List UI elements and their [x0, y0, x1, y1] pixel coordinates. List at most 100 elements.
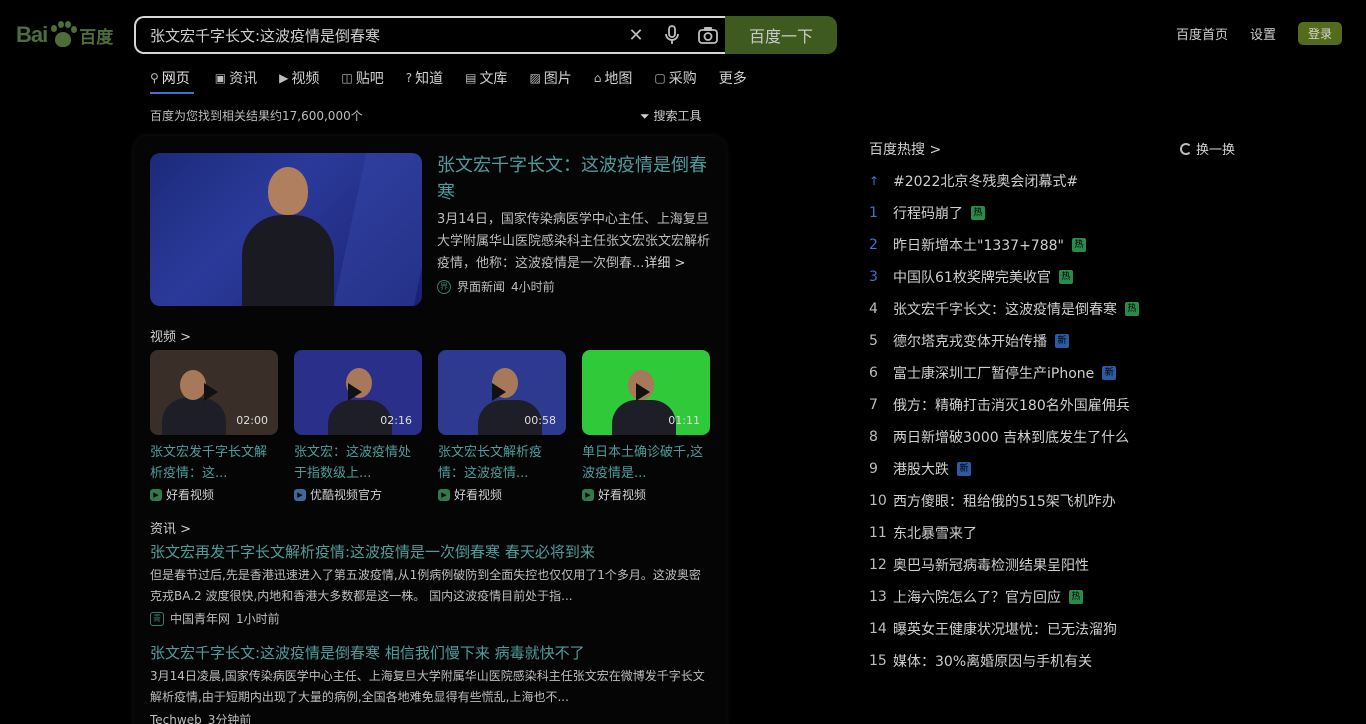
tab-purchase[interactable]: ▢ 采购	[654, 68, 696, 88]
hot-badge: 热	[1071, 238, 1086, 252]
play-icon	[636, 383, 650, 401]
video-title[interactable]: 张文宏长文解析疫情：这波疫情...	[438, 442, 566, 484]
active-tab-indicator	[150, 92, 194, 94]
hot-item[interactable]: 8 两日新增破3000 吉林到底发生了什么	[869, 427, 1129, 447]
video-icon: ▶	[279, 71, 289, 85]
news-source: Techweb 3分钟前	[150, 712, 252, 724]
hot-badge: 热	[1125, 302, 1139, 316]
search-icon: ⚲	[150, 71, 159, 85]
hot-item[interactable]: 10 西方傻眼：租给俄的515架飞机咋办	[869, 491, 1116, 511]
play-icon	[204, 383, 218, 401]
tab-wenku[interactable]: ▤ 文库	[465, 68, 507, 88]
tab-more[interactable]: 更多	[719, 68, 747, 88]
hot-item[interactable]: 12 奥巴马新冠病毒检测结果呈阳性	[869, 555, 1089, 575]
hot-search-title[interactable]: 百度热搜 >	[869, 139, 941, 159]
news-title-link[interactable]: 张文宏再发千字长文解析疫情:这波疫情是一次倒春寒 春天必将到来	[150, 541, 595, 562]
jiemian-icon: 界	[437, 279, 451, 294]
video-card[interactable]: 00:58 张文宏长文解析疫情：这波疫情... ▶ 好看视频	[438, 350, 566, 503]
video-title[interactable]: 张文宏发千字长文解析疫情：这...	[150, 442, 278, 484]
microphone-icon[interactable]	[654, 18, 690, 52]
baidu-logo[interactable]: Bai 百度	[16, 18, 113, 52]
news-source: 青中国青年网 1小时前	[150, 610, 280, 627]
video-thumbnail[interactable]: 01:11	[582, 350, 710, 435]
hot-item[interactable]: 9 港股大跌新	[869, 459, 971, 479]
hot-item[interactable]: 7 俄方：精确打击消灭180名外国雇佣兵	[869, 395, 1130, 415]
hot-badge: 热	[971, 206, 985, 220]
tab-video[interactable]: ▶ 视频	[279, 68, 319, 88]
play-icon	[348, 383, 362, 401]
hot-item[interactable]: 4 张文宏千字长文：这波疫情是倒春寒热	[869, 299, 1139, 319]
hero-image[interactable]	[150, 153, 422, 306]
video-thumbnail[interactable]: 02:16	[294, 350, 422, 435]
refresh-button[interactable]: 换一换	[1180, 139, 1235, 158]
search-tabs: ⚲ 网页 ▣ 资讯 ▶ 视频 ◫ 贴吧 ? 知道 ▤ 文库 ▨ 图片 ⌂ 地图 ▢ 采购 更多	[150, 68, 747, 88]
document-icon: ▤	[465, 71, 477, 85]
video-duration: 02:00	[236, 414, 268, 427]
hero-more-link[interactable]: 详细 >	[644, 256, 685, 271]
hot-item[interactable]: ↑ #2022北京冬残奥会闭幕式#	[869, 171, 1078, 191]
video-card[interactable]: 01:11 单日本土确诊破千,这波疫情是... ▶ 好看视频	[582, 350, 710, 503]
new-badge: 新	[957, 462, 971, 476]
video-card[interactable]: 02:16 张文宏：这波疫情处于指数级上... ▶ 优酷视频官方	[294, 350, 422, 503]
video-thumbnail[interactable]: 02:00	[150, 350, 278, 435]
settings-link[interactable]: 设置	[1250, 24, 1276, 43]
image-icon: ▨	[529, 71, 541, 85]
clear-icon[interactable]: ✕	[618, 18, 654, 52]
news-section-header[interactable]: 资讯 >	[150, 518, 191, 537]
video-card[interactable]: 02:00 张文宏发千字长文解析疫情：这... ▶ 好看视频	[150, 350, 278, 503]
video-duration: 00:58	[524, 414, 556, 427]
tab-web[interactable]: ⚲ 网页	[150, 68, 193, 88]
refresh-icon	[1180, 142, 1192, 155]
video-source: 好看视频	[454, 488, 503, 502]
search-box[interactable]: 张文宏千字长文:这波疫情是倒春寒 ✕	[134, 16, 726, 54]
video-duration: 02:16	[380, 414, 412, 427]
hot-badge: 热	[1058, 270, 1073, 284]
video-thumbnail[interactable]: 00:58	[438, 350, 566, 435]
hot-item[interactable]: 6 富士康深圳工厂暂停生产iPhone 新	[869, 363, 1117, 383]
tab-zhidao[interactable]: ? 知道	[406, 68, 443, 88]
haokan-icon: ▶	[438, 488, 450, 501]
hero-title-link[interactable]: 张文宏千字长文：这波疫情是倒春寒	[437, 152, 713, 206]
cyol-icon: 青	[150, 611, 164, 626]
tab-image[interactable]: ▨ 图片	[529, 68, 571, 88]
map-icon: ⌂	[593, 71, 602, 85]
hot-badge: 热	[1069, 590, 1083, 604]
hot-item[interactable]: 3 中国队61枚奖牌完美收官热	[869, 267, 1073, 287]
hero-description: 3月14日，国家传染病医学中心主任、上海复旦大学附属华山医院感染科主任张文宏张文…	[437, 212, 711, 271]
youku-icon: ▶	[294, 488, 306, 501]
search-tools-button[interactable]: ⏷ 搜索工具	[640, 107, 701, 124]
filter-icon: ⏷	[640, 109, 650, 123]
camera-icon[interactable]	[690, 18, 726, 52]
video-source: 好看视频	[166, 488, 215, 502]
hot-item[interactable]: 5 德尔塔克戎变体开始传播新	[869, 331, 1069, 351]
video-title[interactable]: 张文宏：这波疫情处于指数级上...	[294, 442, 422, 484]
paw-icon	[49, 21, 78, 49]
hot-item[interactable]: 15 媒体：30%离婚原因与手机有关	[869, 651, 1092, 671]
new-badge: 新	[1055, 334, 1069, 348]
hot-item[interactable]: 13 上海六院怎么了？官方回应热	[869, 587, 1083, 607]
tab-news[interactable]: ▣ 资讯	[215, 68, 257, 88]
haokan-icon: ▶	[582, 488, 594, 501]
hot-item[interactable]: 11 东北暴雪来了	[869, 523, 977, 543]
home-link[interactable]: 百度首页	[1176, 24, 1228, 43]
search-input[interactable]: 张文宏千字长文:这波疫情是倒春寒	[136, 25, 618, 46]
cart-icon: ▢	[654, 71, 666, 85]
logo-du-text: 百度	[79, 27, 114, 48]
new-badge: 新	[1102, 366, 1117, 380]
question-icon: ?	[405, 71, 413, 85]
news-title-link[interactable]: 张文宏千字长文:这波疫情是倒春寒 相信我们慢下来 病毒就快不了	[150, 642, 585, 663]
tab-map[interactable]: ⌂ 地图	[594, 68, 633, 88]
video-title[interactable]: 单日本土确诊破千,这波疫情是...	[582, 442, 710, 484]
video-source: 优酷视频官方	[310, 488, 383, 502]
video-section-header[interactable]: 视频 >	[150, 326, 191, 345]
tab-tieba[interactable]: ◫ 贴吧	[341, 68, 383, 88]
search-button[interactable]: 百度一下	[725, 16, 837, 54]
hot-item[interactable]: 1 行程码崩了热	[869, 203, 985, 223]
hot-item[interactable]: 2 昨日新增本土"1337+788" 热	[869, 235, 1086, 255]
news-icon: ▣	[214, 71, 227, 85]
result-count: 百度为您找到相关结果约17,600,000个	[150, 109, 363, 123]
tieba-icon: ◫	[341, 71, 353, 85]
login-button[interactable]: 登录	[1297, 22, 1342, 45]
video-duration: 01:11	[668, 414, 700, 427]
hot-item[interactable]: 14 曝英女王健康状况堪忧：已无法溜狗	[869, 619, 1117, 639]
